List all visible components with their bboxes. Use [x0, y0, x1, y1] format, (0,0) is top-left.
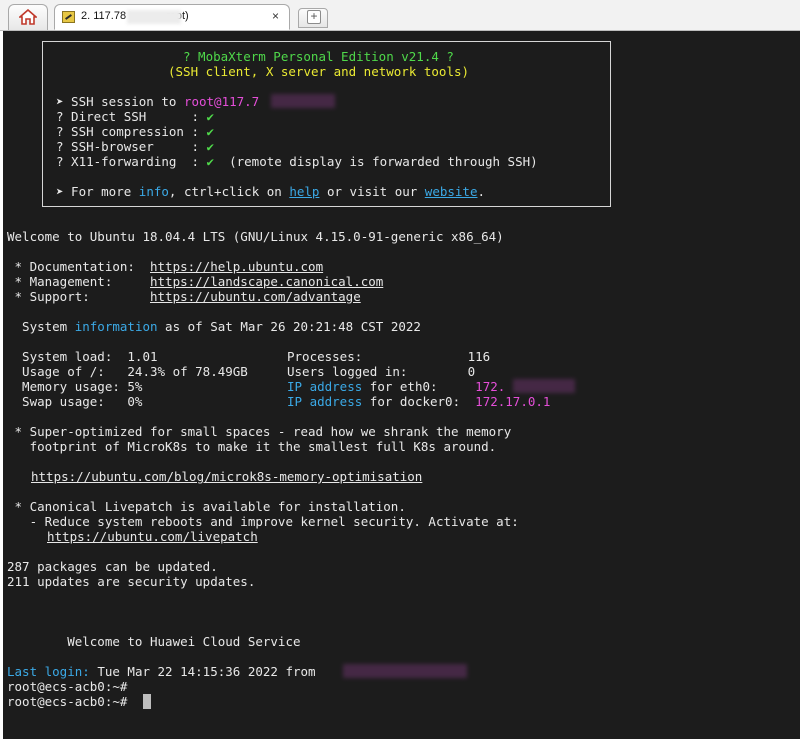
livepatch-text: * Canonical Livepatch is available for i… — [7, 499, 406, 514]
close-icon[interactable]: × — [272, 9, 279, 23]
updates-count: 287 packages can be updated. — [7, 559, 218, 574]
redacted-ip — [343, 664, 467, 678]
banner-title: ? MobaXterm Personal Edition v21.4 ? — [183, 49, 454, 64]
terminal-cursor — [143, 694, 151, 709]
home-icon — [19, 9, 37, 25]
management-link[interactable]: https://landscape.canonical.com — [150, 274, 383, 289]
plus-icon: + — [307, 10, 321, 24]
welcome-line: Welcome to Ubuntu 18.04.4 LTS (GNU/Linux… — [7, 229, 504, 244]
redacted-host — [127, 10, 181, 24]
stat-ip-docker0: IP address for docker0: 172.17.0.1 — [287, 394, 551, 409]
redacted-ip — [513, 379, 575, 393]
redacted-host — [271, 94, 335, 108]
home-tab[interactable] — [8, 4, 48, 30]
banner-subtitle: (SSH client, X server and network tools) — [168, 64, 470, 79]
microk8s-link[interactable]: https://ubuntu.com/blog/microk8s-memory-… — [31, 469, 422, 484]
stat-memory: Memory usage: 5% — [7, 379, 143, 394]
doc-link-line: * Documentation: https://help.ubuntu.com — [7, 259, 324, 274]
stat-ip-eth0: IP address for eth0: 172. — [287, 379, 506, 394]
security-updates-count: 211 updates are security updates. — [7, 574, 256, 589]
stat-usage: Usage of /: 24.3% of 78.49GB — [7, 364, 248, 379]
microk8s-text: footprint of MicroK8s to make it the sma… — [7, 439, 497, 454]
support-link-line: * Support: https://ubuntu.com/advantage — [7, 289, 361, 304]
shell-prompt-active[interactable]: root@ecs-acb0:~# — [7, 694, 135, 709]
last-login-line: Last login: Tue Mar 22 14:15:36 2022 fro… — [7, 664, 324, 679]
banner-item: ? SSH compression : ✔ — [56, 124, 215, 139]
stat-users: Users logged in: 0 — [287, 364, 476, 379]
banner-item: ? Direct SSH : ✔ — [56, 109, 215, 124]
terminal-icon — [62, 11, 75, 23]
stat-system-load: System load: 1.01 — [7, 349, 158, 364]
huawei-welcome: Welcome to Huawei Cloud Service — [7, 634, 301, 649]
info-link[interactable]: info — [139, 184, 169, 199]
banner-session-line: ➤ SSH session to root@117.7 — [56, 94, 260, 109]
banner-more-line: ➤ For more info, ctrl+click on help or v… — [56, 184, 486, 199]
website-link[interactable]: website — [425, 184, 478, 199]
livepatch-text: - Reduce system reboots and improve kern… — [7, 514, 519, 529]
tab-session[interactable]: 2. 117.78root) × — [54, 4, 290, 30]
banner-item: ? X11-forwarding : ✔ (remote display is … — [56, 154, 538, 169]
stat-processes: Processes: 116 — [287, 349, 491, 364]
stat-swap: Swap usage: 0% — [7, 394, 143, 409]
support-link[interactable]: https://ubuntu.com/advantage — [150, 289, 361, 304]
terminal-window[interactable]: ? MobaXterm Personal Edition v21.4 ? (SS… — [3, 31, 800, 739]
shell-prompt: root@ecs-acb0:~# — [7, 679, 128, 694]
new-tab-button[interactable]: + — [298, 8, 328, 28]
sysinfo-header: System information as of Sat Mar 26 20:2… — [7, 319, 421, 334]
documentation-link[interactable]: https://help.ubuntu.com — [150, 259, 323, 274]
tab-bar: 2. 117.78root) × + — [0, 0, 800, 31]
help-link[interactable]: help — [289, 184, 319, 199]
banner-item: ? SSH-browser : ✔ — [56, 139, 215, 154]
microk8s-text: * Super-optimized for small spaces - rea… — [7, 424, 512, 439]
management-link-line: * Management: https://landscape.canonica… — [7, 274, 384, 289]
livepatch-link[interactable]: https://ubuntu.com/livepatch — [47, 529, 258, 544]
